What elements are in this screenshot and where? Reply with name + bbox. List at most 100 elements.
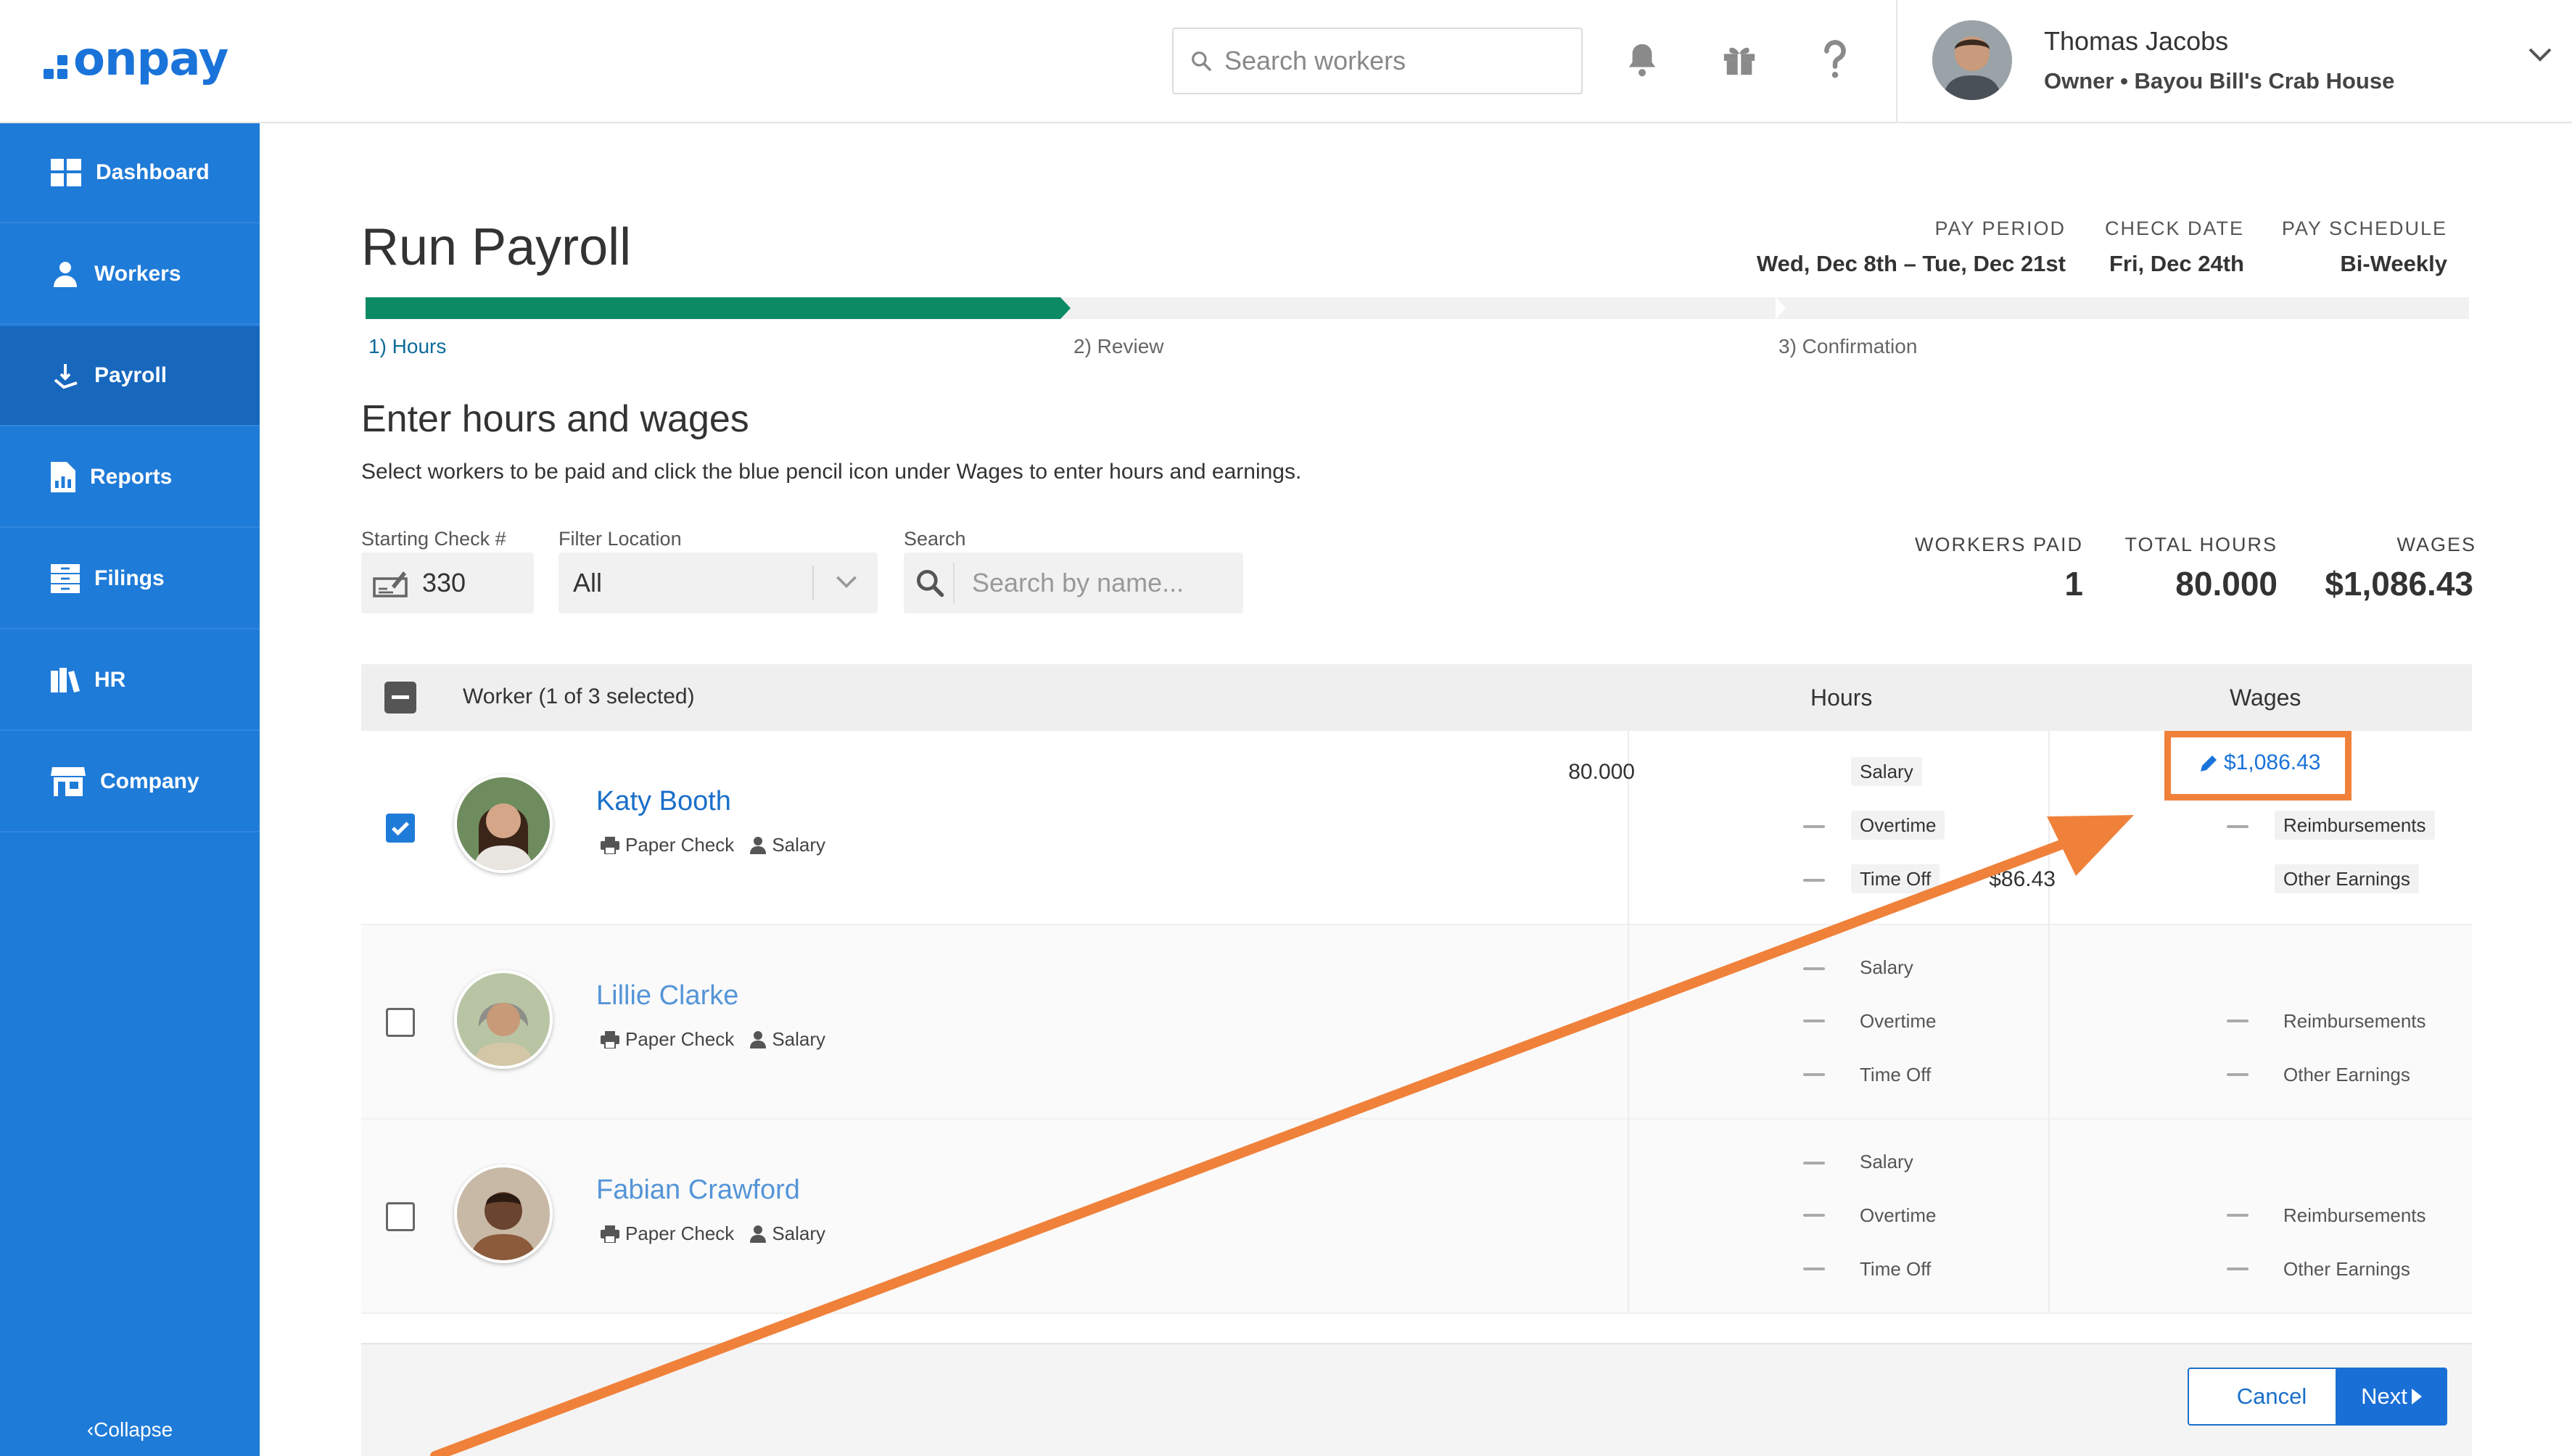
table-header: Worker (1 of 3 selected) Hours Wages [361, 664, 2472, 731]
select-all-checkbox[interactable] [384, 682, 416, 713]
onpay-logo[interactable]: onpay [44, 30, 228, 88]
payroll-icon [54, 364, 78, 389]
search-icon [1192, 51, 1211, 71]
empty-value-dash [2227, 1073, 2249, 1076]
sidebar-item-filings[interactable]: Filings [0, 529, 260, 629]
hr-icon [51, 668, 80, 692]
section-title: Enter hours and wages [361, 398, 749, 440]
row-checkbox[interactable] [386, 1008, 415, 1037]
sidebar-item-label: Company [100, 769, 199, 793]
wage-tag-other-earnings: Other Earnings [2283, 1257, 2410, 1280]
empty-value-dash [2227, 1267, 2249, 1270]
sidebar-item-label: HR [94, 668, 126, 692]
worker-column-header: Worker (1 of 3 selected) [463, 684, 695, 708]
pay-method: Paper Check [625, 1028, 735, 1050]
wages-column-header: Wages [2230, 684, 2301, 711]
table-row[interactable]: Fabian Crawford Paper Check Salary Salar… [361, 1120, 2472, 1314]
workers-icon [54, 262, 77, 287]
worker-meta: Paper Check Salary [601, 834, 825, 856]
sidebar-item-label: Reports [90, 465, 173, 489]
pay-method: Paper Check [625, 834, 735, 856]
starting-check-label: Starting Check # [361, 528, 506, 550]
wage-tag-reimbursements: Reimbursements [2283, 1009, 2426, 1032]
logo-text: onpay [73, 33, 228, 86]
wages-label: WAGES [2396, 534, 2476, 555]
total-hours-value: 80.000 [2175, 565, 2278, 603]
search-workers-placeholder: Search workers [1224, 46, 1406, 75]
gift-icon[interactable] [1718, 38, 1761, 81]
chevron-down-icon[interactable] [2528, 48, 2552, 66]
next-button[interactable]: Next [2336, 1368, 2447, 1426]
empty-value-dash [1803, 1214, 1825, 1217]
table-row[interactable]: Katy Booth Paper Check Salary 80.000 Sal… [361, 731, 2472, 925]
help-icon[interactable] [1813, 38, 1857, 81]
sidebar-item-workers[interactable]: Workers [0, 225, 260, 325]
avatar [454, 1165, 553, 1263]
starting-check-value: 330 [422, 568, 466, 597]
check-date-value: Fri, Dec 24th [2109, 251, 2244, 276]
filings-icon [51, 564, 80, 593]
cancel-button[interactable]: Cancel [2188, 1368, 2356, 1426]
step-confirmation: 3) Confirmation [1778, 335, 1918, 357]
filter-location-select[interactable]: All [558, 553, 878, 613]
sidebar-item-reports[interactable]: Reports [0, 428, 260, 528]
printer-icon [601, 1225, 619, 1243]
row-checkbox[interactable] [386, 814, 415, 843]
user-avatar[interactable] [1932, 20, 2012, 100]
hours-tag-time-off: Time Off [1860, 1063, 1932, 1085]
workers-paid-value: 1 [2064, 565, 2083, 603]
sidebar-item-dashboard[interactable]: Dashboard [0, 123, 260, 223]
pay-type: Salary [772, 834, 826, 856]
wage-tag-reimbursements: Reimbursements [2275, 811, 2435, 840]
filter-location-label: Filter Location [558, 528, 682, 550]
hours-tag-salary: Salary [1860, 1150, 1913, 1172]
search-divider [953, 563, 955, 603]
salary-hours[interactable]: 80.000 [1568, 760, 1635, 785]
hours-tag-overtime: Overtime [1860, 1204, 1937, 1226]
search-icon [917, 570, 944, 597]
worker-name-link[interactable]: Lillie Clarke [596, 980, 738, 1012]
search-label: Search [904, 528, 966, 550]
table-row[interactable]: Lillie Clarke Paper Check Salary Salary … [361, 925, 2472, 1120]
filter-location-value: All [573, 568, 603, 597]
sidebar-item-company[interactable]: Company [0, 732, 260, 832]
worker-name-link[interactable]: Katy Booth [596, 786, 731, 817]
empty-value-dash [2227, 825, 2249, 828]
wage-tag-reimbursements: Reimbursements [2283, 1204, 2426, 1226]
bell-icon[interactable] [1620, 38, 1664, 81]
step-review: 2) Review [1073, 335, 1164, 357]
sidebar-item-hr[interactable]: HR [0, 631, 260, 731]
search-name-placeholder: Search by name... [972, 568, 1184, 597]
top-header: onpay Search workers Thomas Jacobs Owner… [0, 0, 2572, 123]
wage-tag-other-earnings: Other Earnings [2283, 1063, 2410, 1085]
column-divider [2048, 1120, 2050, 1314]
row-checkbox[interactable] [386, 1202, 415, 1231]
worker-meta: Paper Check Salary [601, 1028, 825, 1051]
other-earnings-value: $86.43 [1989, 867, 2056, 891]
search-workers-input[interactable]: Search workers [1172, 28, 1583, 94]
collapse-button[interactable]: ‹Collapse [0, 1418, 260, 1441]
pay-period-value: Wed, Dec 8th – Tue, Dec 21st [1756, 251, 2066, 276]
sidebar-item-payroll[interactable]: Payroll [0, 326, 260, 426]
column-divider [1628, 925, 1629, 1120]
next-button-label: Next [2361, 1383, 2407, 1409]
avatar [454, 970, 553, 1069]
dashboard-icon [51, 159, 81, 186]
check-icon [373, 571, 408, 597]
hours-tag-overtime: Overtime [1860, 1009, 1937, 1032]
column-divider [2048, 731, 2050, 925]
empty-value-dash [1803, 825, 1825, 828]
company-icon [51, 767, 86, 796]
column-divider [2048, 925, 2050, 1120]
worker-name-link[interactable]: Fabian Crawford [596, 1175, 800, 1206]
sidebar-item-label: Dashboard [96, 160, 210, 184]
search-name-input[interactable]: Search by name... [904, 553, 1243, 613]
pay-method: Paper Check [625, 1223, 735, 1244]
chevron-down-icon [836, 576, 857, 588]
annotation-highlight-box [2164, 731, 2352, 801]
empty-value-dash [2227, 1019, 2249, 1022]
empty-value-dash [1803, 1162, 1825, 1165]
page-title: Run Payroll [361, 218, 632, 276]
section-description: Select workers to be paid and click the … [361, 460, 1302, 484]
starting-check-input[interactable]: 330 [361, 553, 534, 613]
